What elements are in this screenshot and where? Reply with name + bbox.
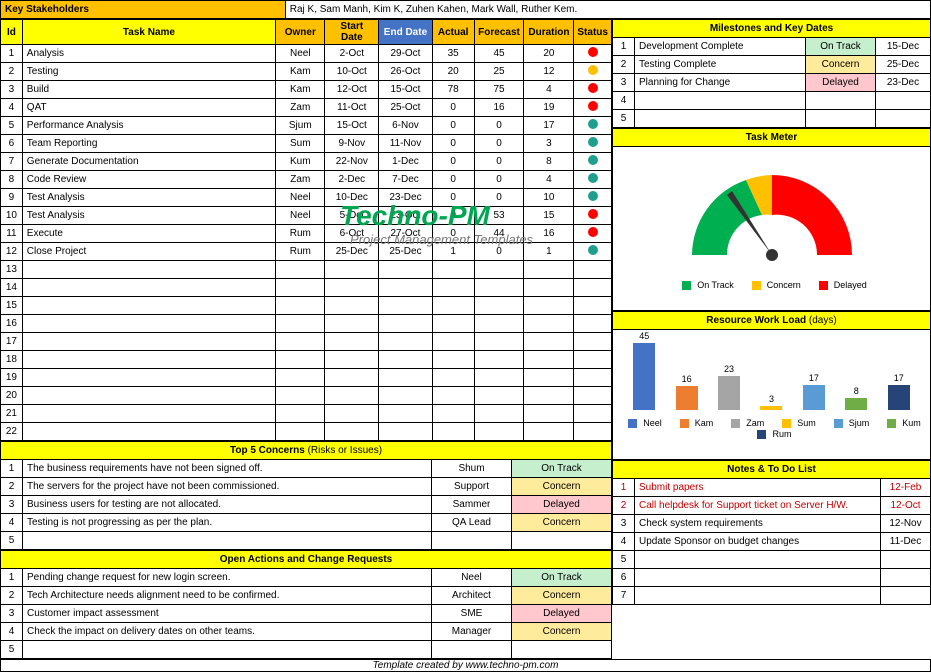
th-name: Task Name — [22, 20, 275, 45]
task-row: 1AnalysisNeel2-Oct29-Oct354520 — [1, 45, 612, 63]
stakeholders-value: Raj K, Sam Manh, Kim K, Zuhen Kahen, Mar… — [285, 1, 930, 19]
stakeholders-label: Key Stakeholders — [1, 1, 286, 19]
th-duration: Duration — [524, 20, 574, 45]
concern-row: 4Testing is not progressing as per the p… — [1, 514, 612, 532]
concerns-table: Top 5 Concerns (Risks or Issues) 1The bu… — [0, 441, 612, 550]
concern-row: 2The servers for the project have not be… — [1, 478, 612, 496]
th-forecast: Forecast — [474, 20, 524, 45]
task-row: 5Performance AnalysisSjum15-Oct6-Nov0017 — [1, 117, 612, 135]
status-dot-icon — [588, 245, 598, 255]
milestone-row: 3Planning for ChangeDelayed23-Dec — [613, 74, 931, 92]
status-dot-icon — [588, 83, 598, 93]
milestone-row: 2Testing CompleteConcern25-Dec — [613, 56, 931, 74]
status-dot-icon — [588, 227, 598, 237]
stakeholder-row: Key Stakeholders Raj K, Sam Manh, Kim K,… — [0, 0, 931, 19]
note-row: 2Call helpdesk for Support ticket on Ser… — [613, 497, 931, 515]
task-row: 12Close ProjectRum25-Dec25-Dec101 — [1, 243, 612, 261]
footer: Template created by www.techno-pm.com — [0, 659, 931, 672]
status-dot-icon — [588, 191, 598, 201]
action-row: 3Customer impact assessmentSMEDelayed — [1, 605, 612, 623]
milestones-title: Milestones and Key Dates — [613, 20, 931, 38]
concern-row: 1The business requirements have not been… — [1, 460, 612, 478]
task-meter-chart: On TrackConcernDelayed — [612, 147, 931, 311]
th-end: End Date — [379, 20, 433, 45]
note-row: 4Update Sponsor on budget changes11-Dec — [613, 533, 931, 551]
status-dot-icon — [588, 209, 598, 219]
workload-chart: 451623317817 NeelKamZamSumSjumKumRum — [612, 330, 931, 460]
concern-row: 3Business users for testing are not allo… — [1, 496, 612, 514]
th-start: Start Date — [325, 20, 379, 45]
status-dot-icon — [588, 137, 598, 147]
task-table: Id Task Name Owner Start Date End Date A… — [0, 19, 612, 441]
actions-title: Open Actions and Change Requests — [1, 551, 612, 569]
milestone-row: 1Development CompleteOn Track15-Dec — [613, 38, 931, 56]
status-dot-icon — [588, 155, 598, 165]
task-row: 6Team ReportingSum9-Nov11-Nov003 — [1, 135, 612, 153]
task-row: 10Test AnalysisNeel5-Oct23-Oct05315 — [1, 207, 612, 225]
note-row: 3Check system requirements12-Nov — [613, 515, 931, 533]
task-row: 3BuildKam12-Oct15-Oct78754 — [1, 81, 612, 99]
milestones-table: Milestones and Key Dates 1Development Co… — [612, 19, 931, 128]
th-owner: Owner — [276, 20, 325, 45]
task-row: 9Test AnalysisNeel10-Dec23-Dec0010 — [1, 189, 612, 207]
status-dot-icon — [588, 101, 598, 111]
task-row: 11ExecuteRum6-Oct27-Oct04416 — [1, 225, 612, 243]
actions-table: Open Actions and Change Requests 1Pendin… — [0, 550, 612, 659]
status-dot-icon — [588, 173, 598, 183]
action-row: 1Pending change request for new login sc… — [1, 569, 612, 587]
th-status: Status — [574, 20, 612, 45]
status-dot-icon — [588, 119, 598, 129]
task-meter-title: Task Meter — [613, 129, 931, 147]
notes-table: Notes & To Do List 1Submit papers12-Feb2… — [612, 460, 931, 605]
concerns-title: Top 5 Concerns (Risks or Issues) — [1, 442, 612, 460]
task-row: 4QATZam11-Oct25-Oct01619 — [1, 99, 612, 117]
task-row: 7Generate DocumentationKum22-Nov1-Dec008 — [1, 153, 612, 171]
task-row: 8Code ReviewZam2-Dec7-Dec004 — [1, 171, 612, 189]
status-dot-icon — [588, 65, 598, 75]
th-id: Id — [1, 20, 23, 45]
action-row: 4Check the impact on delivery dates on o… — [1, 623, 612, 641]
workload-title: Resource Work Load (days) — [613, 312, 931, 330]
note-row: 1Submit papers12-Feb — [613, 479, 931, 497]
task-row: 2TestingKam10-Oct26-Oct202512 — [1, 63, 612, 81]
th-actual: Actual — [432, 20, 474, 45]
notes-title: Notes & To Do List — [613, 461, 931, 479]
status-dot-icon — [588, 47, 598, 57]
